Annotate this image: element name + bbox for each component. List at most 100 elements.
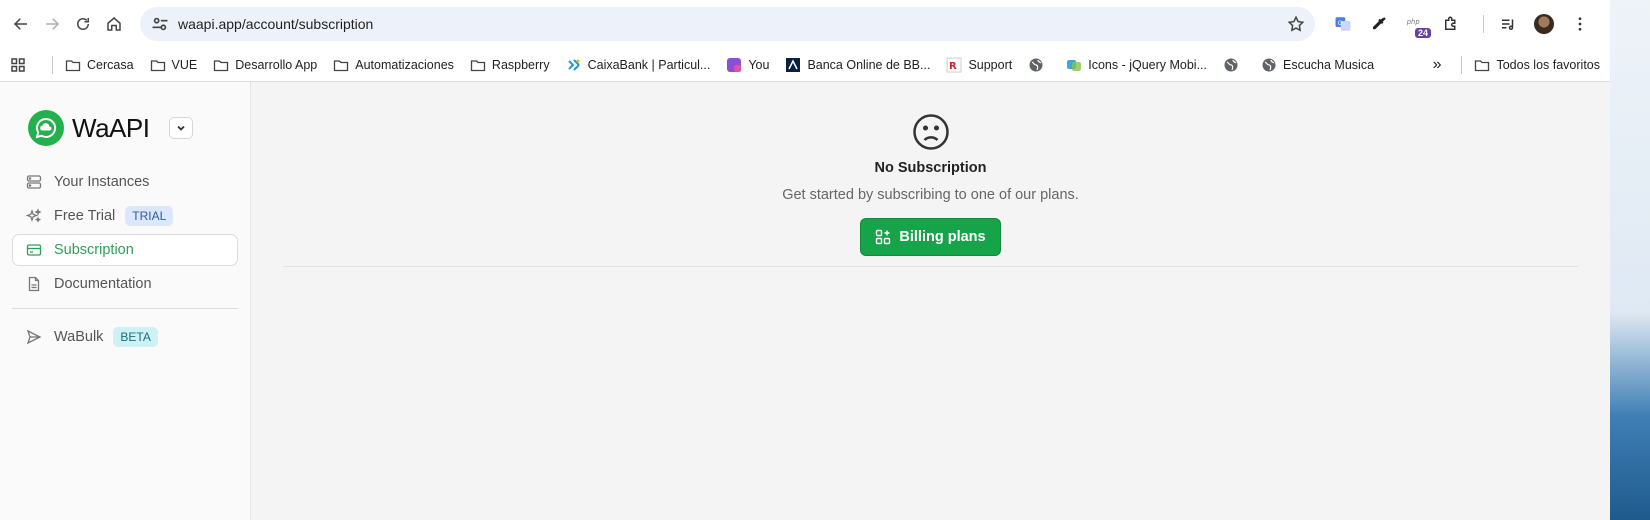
bookmark-link[interactable]: R Support [946, 57, 1012, 73]
extension-badge: 24 [1414, 28, 1431, 38]
media-queue-icon [1502, 19, 1514, 30]
sidebar-item-subscription[interactable]: Subscription [12, 234, 238, 266]
sidebar-divider [12, 308, 238, 309]
bbva-icon [786, 57, 801, 72]
bookmark-folder[interactable]: VUE [150, 57, 198, 73]
bookmarks-overflow-button[interactable]: » [1433, 56, 1442, 74]
all-bookmarks-folder[interactable]: Todos los favoritos [1474, 57, 1600, 73]
puzzle-icon [1445, 16, 1456, 30]
bookmark-link[interactable] [1028, 57, 1050, 73]
bookmark-label: You [748, 57, 770, 72]
sidebar-item-documentation[interactable]: Documentation [12, 268, 238, 300]
bookmark-link[interactable]: Escucha Musica [1261, 57, 1374, 73]
back-button[interactable] [8, 9, 33, 39]
bookmark-label: Icons - jQuery Mobi... [1088, 57, 1208, 72]
bookmark-link[interactable]: Banca Online de BB... [785, 57, 930, 73]
desktop-background [1610, 0, 1650, 520]
bookmark-folder[interactable]: Desarrollo App [213, 57, 317, 73]
bookmarks-bar: Cercasa VUE Desarrollo App Automatizacio… [0, 48, 1610, 82]
arrow-right-icon [45, 18, 59, 30]
beta-badge: BETA [113, 327, 158, 347]
url-text[interactable]: waapi.app/account/subscription [178, 16, 1287, 32]
caixabank-icon [567, 58, 580, 71]
arrow-left-icon [13, 18, 27, 30]
sidebar-item-label: Free Trial [54, 208, 116, 224]
eyedropper-extension[interactable] [1365, 10, 1393, 38]
translate-icon: G [1335, 17, 1351, 31]
bookmark-label: Todos los favoritos [1496, 57, 1600, 72]
svg-text:R: R [949, 61, 957, 72]
kebab-menu-icon [1578, 17, 1582, 31]
bookmark-folder[interactable]: Automatizaciones [333, 57, 454, 73]
avatar [1534, 14, 1554, 34]
document-icon [28, 276, 40, 292]
empty-state-subtitle: Get started by subscribing to one of our… [782, 187, 1079, 203]
you-icon [727, 57, 742, 72]
bookmark-link[interactable]: CaixaBank | Particul... [566, 57, 710, 73]
squares-plus-icon [876, 229, 891, 245]
address-bar[interactable]: waapi.app/account/subscription [140, 7, 1315, 41]
bookmark-label: VUE [171, 57, 198, 72]
bookmark-link[interactable]: You [726, 57, 769, 73]
forward-button[interactable] [39, 9, 64, 39]
browser-window: waapi.app/account/subscription G php 24 [0, 0, 1610, 520]
sidebar-item-your-instances[interactable]: Your Instances [12, 166, 238, 198]
sidebar-item-wabulk[interactable]: WaBulk BETA [12, 321, 238, 353]
site-settings-icon[interactable] [150, 14, 170, 34]
bookmark-link[interactable]: Icons - jQuery Mobi... [1066, 57, 1207, 73]
whatsapp-cloud-logo-icon [28, 110, 64, 146]
sidebar-nav: Your Instances Free Trial TRIAL Subscrip… [0, 166, 250, 300]
trial-badge: TRIAL [125, 206, 174, 226]
chevron-down-icon [177, 125, 186, 131]
sad-face-icon [912, 114, 949, 150]
folder-icon [1475, 59, 1490, 71]
php-extension[interactable]: php 24 [1401, 10, 1431, 38]
bookmark-label: Automatizaciones [355, 57, 454, 72]
sidebar-item-label: Documentation [54, 276, 152, 292]
send-icon [26, 329, 42, 345]
bookmark-folder[interactable]: Cercasa [65, 57, 134, 73]
bookmark-label: Desarrollo App [235, 57, 318, 72]
star-icon[interactable] [1287, 15, 1305, 33]
billing-plans-button[interactable]: Billing plans [860, 218, 1001, 256]
sparkles-icon [26, 208, 42, 223]
bookmarks-divider [52, 55, 53, 74]
globe-icon [1224, 58, 1238, 71]
translate-extension[interactable]: G [1329, 10, 1357, 38]
reload-button[interactable] [70, 9, 95, 39]
toolbar-divider [1483, 15, 1484, 33]
sidebar-item-label: Subscription [54, 242, 134, 258]
support-icon: R [946, 57, 962, 72]
svg-text:G: G [1338, 20, 1343, 27]
browser-toolbar: waapi.app/account/subscription G php 24 [0, 0, 1610, 48]
bookmark-label: Support [968, 57, 1013, 72]
brand: WaAPI [0, 110, 250, 146]
sidebar: WaAPI Your Instances Free Trial TRIAL Su… [0, 82, 251, 520]
apps-shortcut[interactable] [10, 57, 32, 73]
bookmark-link[interactable] [1223, 57, 1245, 73]
globe-icon [1029, 58, 1043, 71]
credit-card-icon [26, 244, 42, 256]
extensions-button[interactable] [1437, 10, 1465, 38]
content-divider [283, 266, 1578, 267]
reload-icon [76, 18, 89, 30]
home-button[interactable] [101, 9, 126, 39]
chevron-double-right-icon: » [1432, 55, 1442, 73]
empty-state-title: No Subscription [874, 160, 987, 176]
sidebar-item-label: Your Instances [54, 174, 150, 190]
profile-button[interactable] [1530, 10, 1558, 38]
extensions-area: G php 24 [1329, 10, 1602, 38]
brand-name: WaAPI [72, 112, 150, 143]
media-button[interactable] [1494, 10, 1522, 38]
brand-dropdown-button[interactable] [169, 117, 194, 139]
menu-button[interactable] [1566, 10, 1594, 38]
sidebar-item-free-trial[interactable]: Free Trial TRIAL [12, 200, 238, 232]
folder-icon [150, 59, 165, 71]
bookmark-folder[interactable]: Raspberry [470, 57, 550, 73]
bookmark-label: Raspberry [491, 57, 550, 72]
empty-state: No Subscription Get started by subscribi… [251, 112, 1610, 256]
bookmark-label: Banca Online de BB... [807, 57, 931, 72]
server-icon [26, 175, 42, 189]
folder-icon [214, 59, 229, 71]
svg-text:php: php [1406, 18, 1420, 26]
